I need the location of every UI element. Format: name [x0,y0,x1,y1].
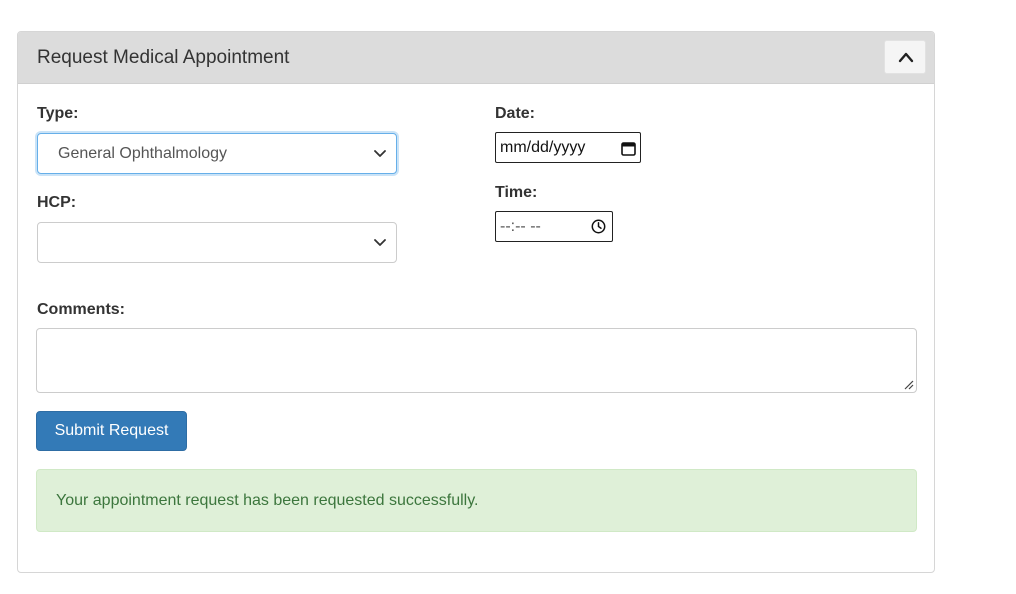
date-input[interactable]: mm/dd/yyyy [495,132,641,163]
date-input-placeholder: mm/dd/yyyy [500,139,586,156]
collapse-button[interactable] [884,40,926,74]
chevron-down-icon [374,239,386,246]
type-label: Type: [37,105,79,122]
hcp-select[interactable] [37,222,397,263]
chevron-up-icon [898,52,914,63]
panel-heading: Request Medical Appointment [18,32,934,84]
hcp-label: HCP: [37,194,77,211]
appointment-panel: Request Medical Appointment Type: Genera… [17,31,935,573]
time-input-placeholder: --:-- -- [500,218,541,235]
type-select-value: General Ophthalmology [58,145,227,162]
panel-title: Request Medical Appointment [37,47,290,68]
time-input[interactable]: --:-- -- [495,211,613,242]
clock-icon[interactable] [591,219,606,234]
submit-request-button[interactable]: Submit Request [36,411,187,451]
comments-textarea[interactable] [36,328,917,393]
resize-handle-icon[interactable] [902,378,914,390]
comments-label: Comments: [37,301,126,318]
time-label: Time: [495,184,538,201]
chevron-down-icon [374,150,386,157]
success-alert-message: Your appointment request has been reques… [56,492,479,509]
type-select[interactable]: General Ophthalmology [37,133,397,174]
success-alert: Your appointment request has been reques… [36,469,917,532]
calendar-icon[interactable] [621,141,636,156]
date-label: Date: [495,105,536,122]
